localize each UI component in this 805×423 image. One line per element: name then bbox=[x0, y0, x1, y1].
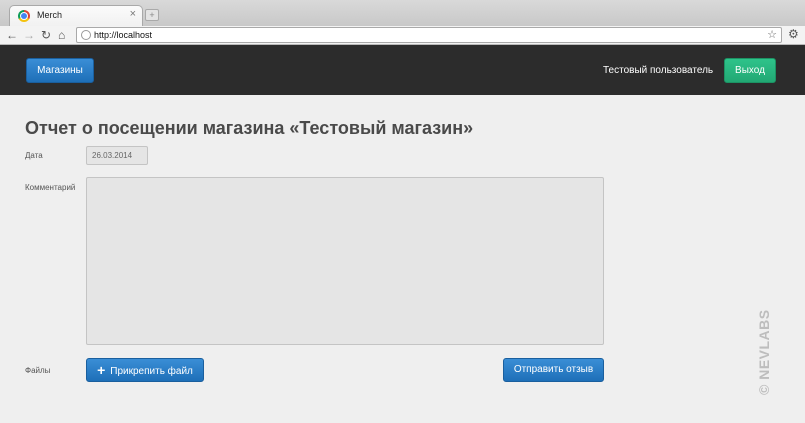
address-url[interactable]: http://localhost bbox=[94, 30, 152, 40]
page-title: Отчет о посещении магазина «Тестовый маг… bbox=[25, 118, 474, 138]
close-tab-icon[interactable]: × bbox=[130, 8, 136, 20]
reload-icon[interactable]: ↻ bbox=[41, 27, 51, 43]
attach-file-label: Прикрепить файл bbox=[110, 366, 193, 377]
chrome-favicon-icon bbox=[18, 10, 30, 22]
send-review-button[interactable]: Отправить отзыв bbox=[503, 358, 604, 382]
attach-file-button[interactable]: + Прикрепить файл bbox=[86, 358, 204, 382]
new-tab-button[interactable]: + bbox=[145, 9, 159, 21]
comment-label: Комментарий bbox=[25, 183, 76, 192]
stores-button[interactable]: Магазины bbox=[26, 58, 94, 83]
tab-title: Merch bbox=[37, 10, 63, 20]
globe-icon bbox=[81, 30, 91, 40]
watermark: © NEVLABS bbox=[756, 309, 772, 395]
date-field: 26.03.2014 bbox=[86, 146, 148, 165]
plus-icon: + bbox=[97, 362, 106, 378]
star-icon[interactable]: ☆ bbox=[767, 28, 777, 41]
browser-toolbar: ← → ↻ ⌂ http://localhost ☆ ⚙ bbox=[0, 26, 805, 45]
files-label: Файлы bbox=[25, 366, 51, 375]
wrench-icon[interactable]: ⚙ bbox=[788, 27, 799, 41]
logout-button[interactable]: Выход bbox=[724, 58, 776, 83]
home-icon[interactable]: ⌂ bbox=[58, 27, 65, 43]
back-icon[interactable]: ← bbox=[6, 27, 18, 43]
address-bar[interactable]: http://localhost ☆ bbox=[76, 27, 782, 43]
browser-tab[interactable]: Merch × bbox=[9, 5, 143, 26]
browser-tabstrip: Merch × + bbox=[0, 0, 805, 26]
comment-textarea[interactable] bbox=[86, 177, 604, 345]
forward-icon[interactable]: → bbox=[23, 27, 35, 43]
user-name: Тестовый пользователь bbox=[603, 65, 714, 76]
date-label: Дата bbox=[25, 151, 43, 160]
app-navbar: Магазины Тестовый пользователь Выход bbox=[0, 45, 805, 95]
